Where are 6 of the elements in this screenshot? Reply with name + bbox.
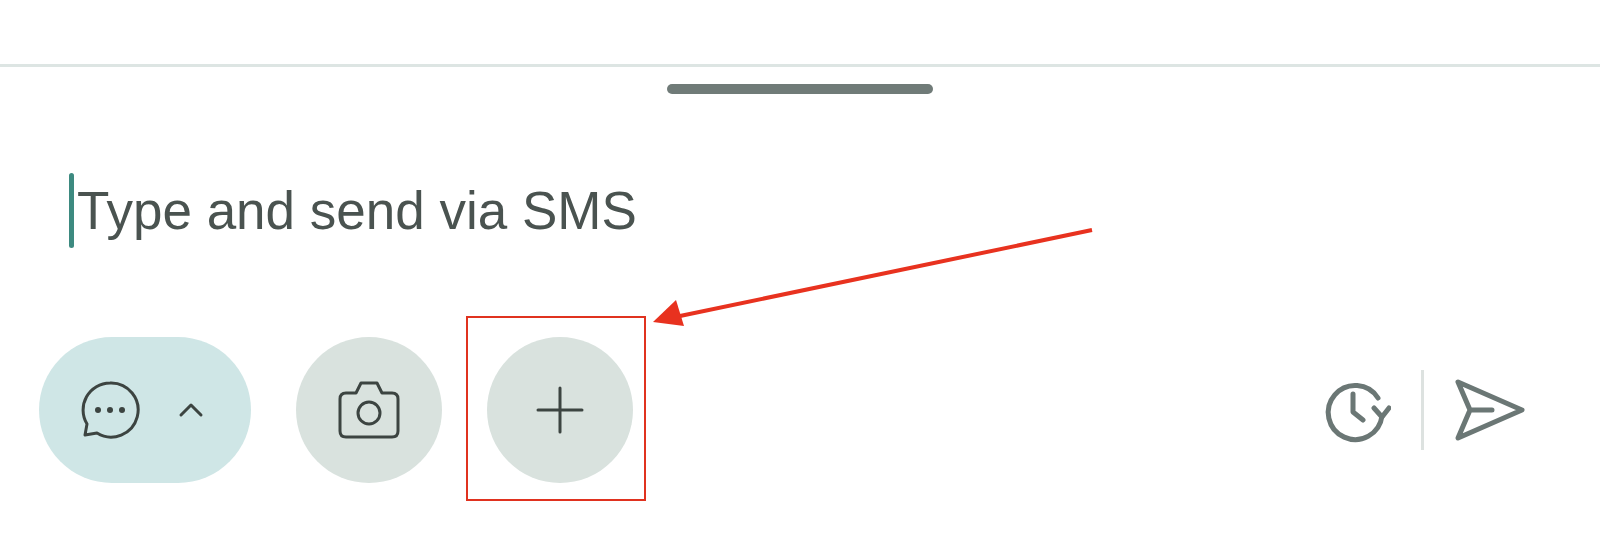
message-input-field[interactable]: Type and send via SMS	[77, 180, 777, 241]
send-icon	[1454, 378, 1526, 442]
drag-handle[interactable]	[667, 84, 933, 94]
camera-icon	[336, 379, 402, 441]
plus-icon	[535, 385, 585, 435]
chat-bubble-icon	[79, 379, 141, 441]
